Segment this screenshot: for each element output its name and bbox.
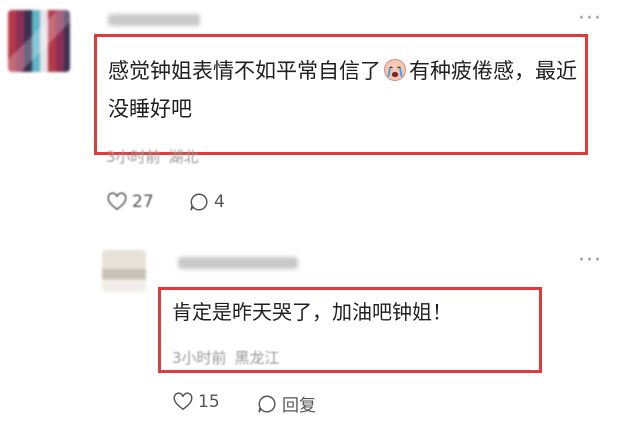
comment-location: 湖北	[168, 148, 199, 166]
comment-text: 肯定是昨天哭了，加油吧钟姐！	[172, 300, 452, 324]
comment-meta: 3小时前 湖北	[106, 146, 199, 167]
comment-text: 感觉钟姐表情不如平常自信了 有种疲倦感，最近没睡好吧	[108, 52, 584, 128]
like-count: 15	[198, 392, 220, 412]
crying-face-icon	[384, 59, 406, 81]
reply-button[interactable]: 4	[188, 191, 225, 213]
more-options-icon[interactable]: ···	[578, 8, 602, 30]
comment-time: 3小时前	[172, 349, 227, 367]
like-count: 27	[132, 192, 154, 212]
avatar[interactable]	[8, 10, 70, 72]
comment-text-part: 感觉钟姐表情不如平常自信了	[108, 59, 381, 83]
more-options-icon[interactable]: ···	[578, 250, 602, 272]
reply-count: 4	[214, 192, 225, 212]
comment-bubble-icon	[190, 193, 208, 211]
reply-label: 回复	[282, 396, 316, 416]
avatar[interactable]	[102, 250, 146, 292]
comment-meta: 3小时前 黑龙江	[172, 347, 280, 368]
heart-icon	[173, 392, 193, 411]
like-button[interactable]: 27	[106, 191, 154, 213]
heart-icon	[107, 192, 127, 211]
like-button[interactable]: 15	[172, 391, 220, 413]
comment-time: 3小时前	[106, 148, 161, 166]
comment-location: 黑龙江	[234, 349, 280, 367]
comment-bubble-icon	[258, 394, 276, 413]
username-blurred[interactable]	[178, 257, 298, 269]
username-blurred[interactable]	[108, 14, 200, 26]
reply-button[interactable]: 回复	[256, 391, 316, 416]
